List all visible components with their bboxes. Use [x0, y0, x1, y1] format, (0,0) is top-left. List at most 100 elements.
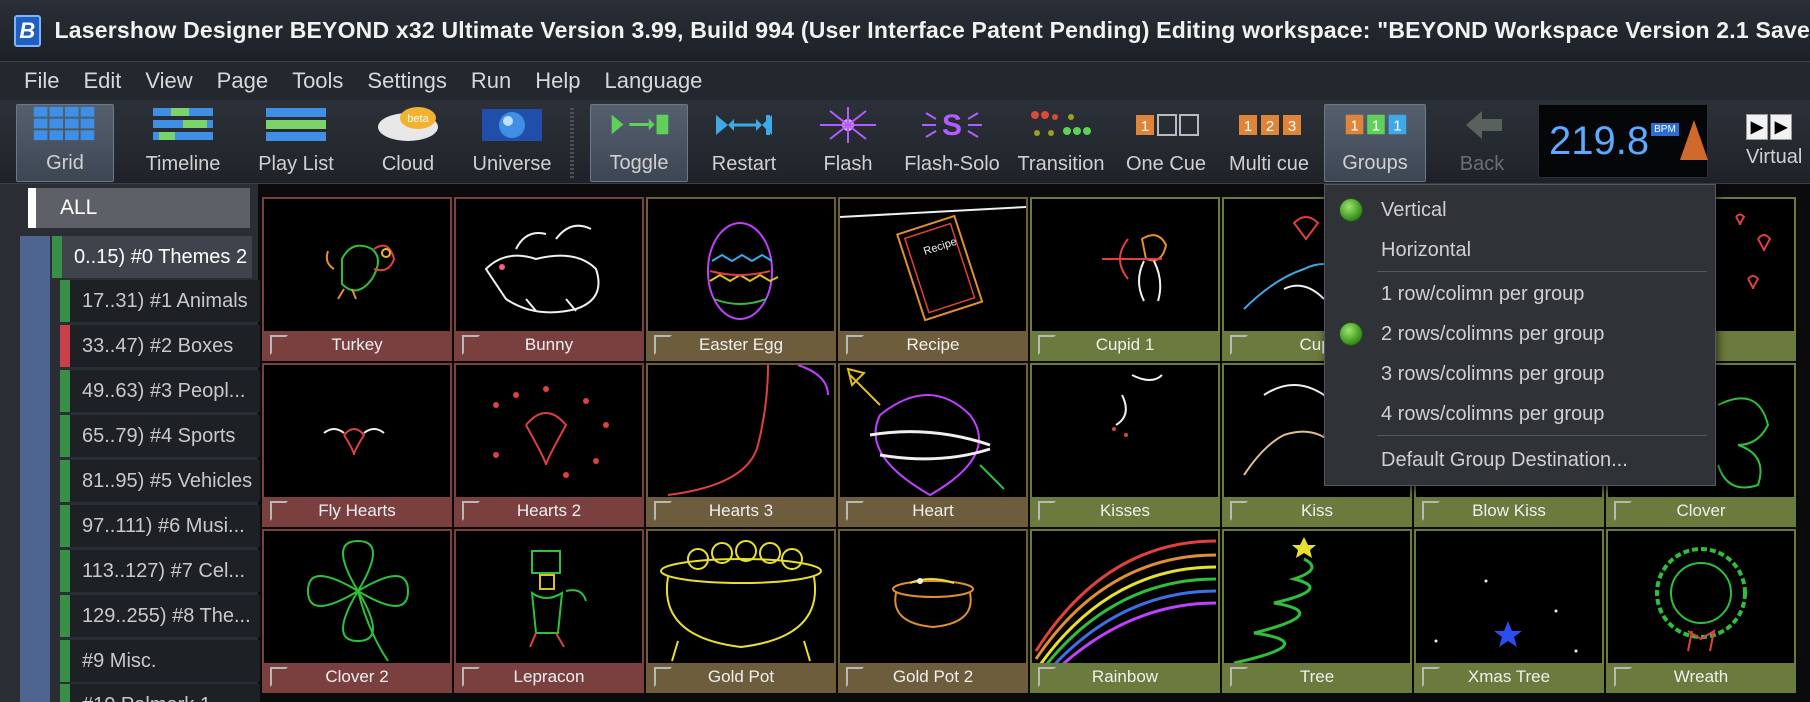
cue-name: Fly Hearts [318, 501, 396, 520]
svg-text:2: 2 [1266, 118, 1274, 135]
menu-item-2-rows-per-group[interactable]: 2 rows/colimns per group [1325, 315, 1715, 353]
radio-checked-icon [1339, 322, 1363, 346]
universe-button[interactable]: Universe [464, 104, 560, 182]
menu-run[interactable]: Run [459, 68, 523, 94]
svg-text:1: 1 [1393, 118, 1401, 134]
groups-dropdown-menu: Vertical Horizontal 1 row/colimn per gro… [1324, 184, 1716, 486]
cue-cell-hearts-3[interactable]: Hearts 3 [646, 363, 836, 527]
menu-settings[interactable]: Settings [355, 68, 459, 94]
cue-cell-easter-egg[interactable]: Easter Egg [646, 197, 836, 361]
timeline-view-label: Timeline [145, 153, 221, 175]
cue-cell-gold-pot[interactable]: Gold Pot [646, 529, 836, 693]
metronome-icon[interactable] [1680, 120, 1708, 160]
virtual-button[interactable]: ▶ ▶ Virtual [1740, 104, 1810, 180]
toggle-label: Toggle [609, 152, 669, 174]
menu-language[interactable]: Language [593, 68, 715, 94]
group-item[interactable]: #10 Palmark 1 [60, 684, 260, 702]
beyond-logo-icon[interactable]: B [14, 14, 41, 47]
cue-cell-bunny[interactable]: Bunny [454, 197, 644, 361]
menu-item-label: Vertical [1381, 198, 1447, 221]
cue-cell-rainbow[interactable]: Rainbow [1030, 529, 1220, 693]
menu-bar: File Edit View Page Tools Settings Run H… [0, 62, 1810, 100]
cue-name: Turkey [331, 335, 383, 354]
menu-tools[interactable]: Tools [280, 68, 355, 94]
toggle-icon [611, 114, 669, 135]
menu-file[interactable]: File [12, 68, 71, 94]
cue-name: Recipe [906, 335, 960, 354]
menu-separator [1377, 435, 1707, 436]
menu-view[interactable]: View [133, 68, 204, 94]
menu-help[interactable]: Help [523, 68, 592, 94]
cue-name: Rainbow [1091, 667, 1159, 686]
cue-cell-heart[interactable]: Heart [838, 363, 1028, 527]
cue-cell-tree[interactable]: Tree [1222, 529, 1412, 693]
cue-cell-turkey[interactable]: Turkey [262, 197, 452, 361]
cue-cell-lepracon[interactable]: Lepracon [454, 529, 644, 693]
menu-item-1-row-per-group[interactable]: 1 row/colimn per group [1325, 275, 1715, 313]
bpm-value: 219.8 [1549, 118, 1650, 163]
cue-name: Easter Egg [698, 335, 784, 354]
group-item[interactable]: 129..255) #8 The... [60, 595, 260, 637]
group-item[interactable]: 17..31) #1 Animals [60, 280, 260, 322]
back-arrow-icon [1466, 111, 1502, 139]
heart-thumbnail [846, 367, 1005, 497]
one-cue-icon: 1 [1136, 114, 1199, 136]
group-item[interactable]: 81..95) #5 Vehicles [60, 460, 260, 502]
cue-cell-cupid-1[interactable]: Cupid 1 [1030, 197, 1220, 361]
turkey-thumbnail [325, 244, 396, 300]
back-button[interactable]: Back [1434, 104, 1530, 182]
flash-solo-mode-button[interactable]: S Flash-Solo [902, 104, 1002, 182]
radio-checked-icon [1339, 198, 1363, 222]
one-cue-mode-button[interactable]: 1 One Cue [1118, 104, 1214, 182]
cue-cell-clover-2[interactable]: Clover 2 [262, 529, 452, 693]
group-item[interactable]: 33..47) #2 Boxes [60, 325, 260, 367]
menu-item-horizontal[interactable]: Horizontal [1325, 231, 1715, 269]
cue-name: Clover [1676, 501, 1726, 520]
cue-name: Tree [1299, 667, 1335, 686]
cloud-button[interactable]: beta Cloud [360, 104, 456, 182]
transition-icon [1031, 111, 1091, 136]
multi-cue-mode-button[interactable]: 123 Multi cue [1220, 104, 1318, 182]
svg-text:1: 1 [1244, 118, 1252, 135]
wreath-thumbnail [1655, 547, 1747, 652]
title-bar: B Lasershow Designer BEYOND x32 Ultimate… [0, 0, 1810, 62]
svg-text:1: 1 [1372, 118, 1380, 134]
cue-cell-wreath[interactable]: Wreath [1606, 529, 1796, 693]
flash-solo-label: Flash-Solo [904, 153, 1000, 175]
xmas-tree-thumbnail [1434, 579, 1578, 653]
menu-item-3-rows-per-group[interactable]: 3 rows/colimns per group [1325, 355, 1715, 393]
group-column-stripe [20, 236, 50, 702]
flash-label: Flash [823, 153, 873, 175]
group-item[interactable]: #9 Misc. [60, 640, 260, 682]
menu-edit[interactable]: Edit [71, 68, 133, 94]
menu-separator [1377, 271, 1707, 272]
cue-cell-kisses[interactable]: Kisses [1030, 363, 1220, 527]
grid-view-button[interactable]: Grid [16, 104, 114, 182]
cue-cell-fly-hearts[interactable]: Fly Hearts [262, 363, 452, 527]
cue-cell-recipe[interactable]: Recipe Recipe [838, 197, 1028, 361]
groups-mode-button[interactable]: 111 Groups [1324, 104, 1426, 182]
group-item[interactable]: 0..15) #0 Themes 2 [52, 236, 252, 278]
tree-thumbnail [1233, 537, 1316, 665]
cue-name: Kisses [1099, 501, 1151, 520]
menu-page[interactable]: Page [205, 68, 280, 94]
menu-item-vertical[interactable]: Vertical [1325, 191, 1715, 229]
cue-cell-gold-pot-2[interactable]: Gold Pot 2 [838, 529, 1028, 693]
playlist-view-button[interactable]: Play List [244, 104, 348, 182]
cue-cell-hearts-2[interactable]: Hearts 2 [454, 363, 644, 527]
bunny-thumbnail [484, 224, 600, 314]
cupid-thumbnail [1102, 234, 1168, 302]
menu-item-4-rows-per-group[interactable]: 4 rows/colimns per group [1325, 395, 1715, 433]
transition-mode-button[interactable]: Transition [1012, 104, 1110, 182]
flash-mode-button[interactable]: Flash [800, 104, 896, 182]
group-item[interactable]: 65..79) #4 Sports [60, 415, 260, 457]
group-item[interactable]: 49..63) #3 Peopl... [60, 370, 260, 412]
group-item[interactable]: 97..111) #6 Musi... [60, 505, 260, 547]
restart-mode-button[interactable]: Restart [694, 104, 794, 182]
menu-item-default-group-destination[interactable]: Default Group Destination... [1325, 441, 1715, 479]
group-item[interactable]: 113..127) #7 Cel... [60, 550, 260, 592]
cue-cell-xmas-tree[interactable]: Xmas Tree [1414, 529, 1604, 693]
toggle-mode-button[interactable]: Toggle [590, 104, 688, 182]
all-groups-tab[interactable]: ALL [28, 188, 250, 228]
timeline-view-button[interactable]: Timeline [134, 104, 232, 182]
